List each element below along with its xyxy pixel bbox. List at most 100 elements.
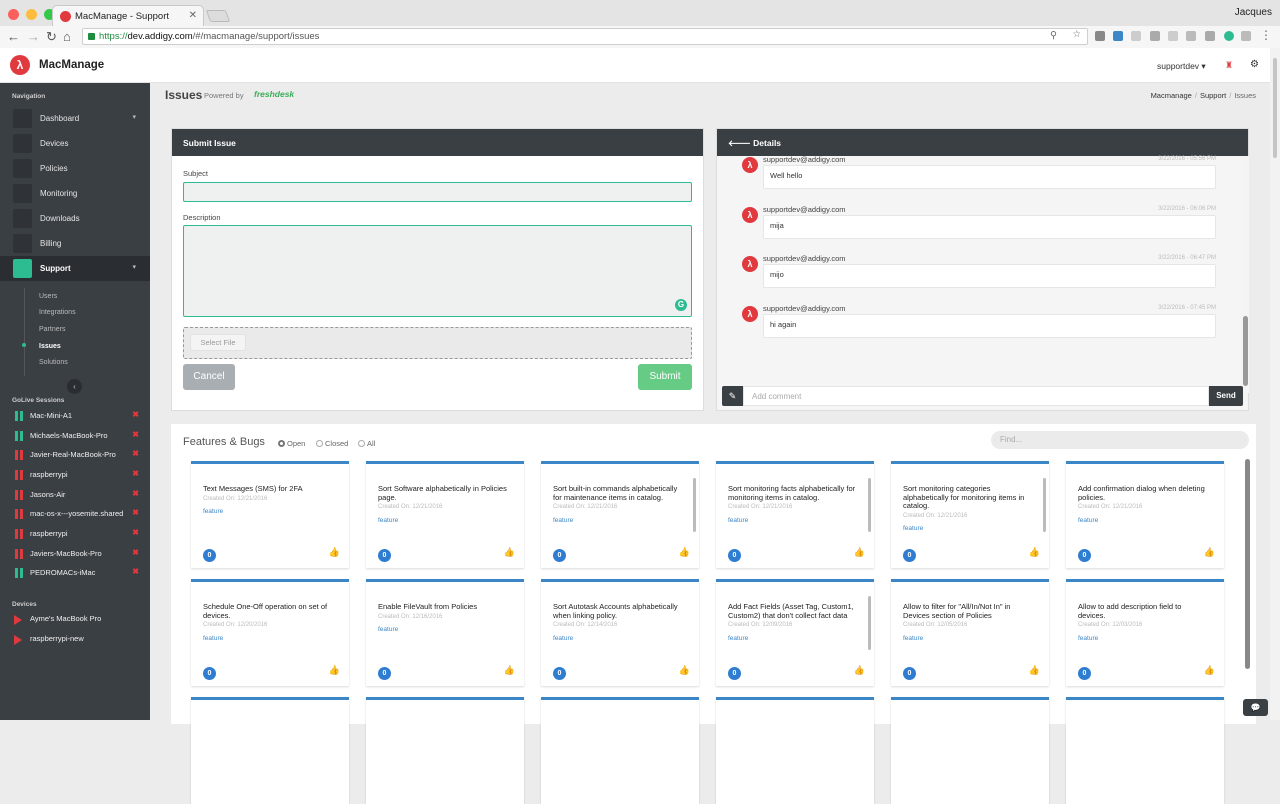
file-drop-zone[interactable]: Select File [183,327,692,359]
card-tag[interactable]: feature [378,517,508,526]
sidebar-item-downloads[interactable]: Downloads [0,206,150,231]
close-icon[interactable]: ✖ [132,528,139,537]
download-extension-icon[interactable] [1113,31,1123,41]
home-icon[interactable]: ⌂ [63,30,71,43]
collapse-sidebar-button[interactable]: ‹ [67,379,82,394]
card-scrollbar[interactable] [693,478,696,532]
select-file-button[interactable]: Select File [190,334,246,351]
sidebar-subitem-issues[interactable]: Issues [39,343,61,350]
thumbs-up-icon[interactable]: 👍 [1029,547,1040,558]
chat-icon[interactable]: 💬 [1243,699,1268,716]
golive-session[interactable]: Javier-Real-MacBook-Pro ✖ [0,447,150,465]
brand-name[interactable]: MacManage [39,59,104,71]
sidebar-item-dashboard[interactable]: Dashboard ▾ [0,106,150,131]
sidebar-subitem-solutions[interactable]: Solutions [39,359,68,366]
feature-card[interactable]: Add confirmation dialog when deleting po… [1066,461,1224,568]
grammarly-icon[interactable] [1224,31,1234,41]
card-tag[interactable]: feature [903,635,1033,644]
feature-card[interactable]: Schedule One-Off operation on set of dev… [191,579,349,686]
extension-icon[interactable] [1131,31,1141,41]
filter-all[interactable]: All [358,439,375,448]
close-icon[interactable]: ✖ [132,410,139,419]
forward-icon[interactable]: → [27,30,40,43]
card-scrollbar[interactable] [868,478,871,532]
extension-icon[interactable] [1205,31,1215,41]
thumbs-up-icon[interactable]: 👍 [679,547,690,558]
extension-icon[interactable] [1150,31,1160,41]
key-icon[interactable]: ⚲ [1050,30,1057,41]
subject-input[interactable] [183,182,692,202]
extension-icon[interactable] [1168,31,1178,41]
device-item[interactable]: raspberrypi-new [0,631,150,649]
card-tag[interactable]: feature [728,635,858,644]
menu-icon[interactable]: ⋮ [1260,28,1272,42]
close-icon[interactable]: ✖ [132,548,139,557]
feature-card[interactable] [891,697,1049,804]
feature-card[interactable]: Add Fact Fields (Asset Tag, Custom1, Cus… [716,579,874,686]
card-tag[interactable]: feature [378,626,508,635]
scrollbar-thumb[interactable] [1273,58,1277,158]
extension-icon[interactable] [1241,31,1251,41]
feature-card[interactable]: Allow to filter for "All/In/Not In" in D… [891,579,1049,686]
close-window-icon[interactable] [8,9,19,20]
extension-icon[interactable] [1095,31,1105,41]
find-input[interactable]: Find... [991,431,1249,449]
feature-card[interactable]: Sort built-in commands alphabetically fo… [541,461,699,568]
thumbs-up-icon[interactable]: 👍 [1204,547,1215,558]
feature-card[interactable]: Sort monitoring categories alphabeticall… [891,461,1049,568]
feature-card[interactable]: Sort monitoring facts alphabetically for… [716,461,874,568]
filter-closed[interactable]: Closed [316,439,348,448]
sidebar-subitem-users[interactable]: Users [39,293,57,300]
golive-session[interactable]: Mac-Mini-A1 ✖ [0,408,150,426]
sidebar-subitem-integrations[interactable]: Integrations [39,309,76,316]
thumbs-up-icon[interactable]: 👍 [1029,665,1040,676]
card-tag[interactable]: feature [553,517,683,526]
back-icon[interactable]: ← [7,30,20,43]
card-tag[interactable]: feature [553,635,683,644]
feature-card[interactable] [191,697,349,804]
close-icon[interactable]: ✖ [132,508,139,517]
card-scrollbar[interactable] [868,596,871,650]
reload-icon[interactable]: ↻ [46,30,57,43]
thumbs-up-icon[interactable]: 👍 [504,547,515,558]
feature-card[interactable] [541,697,699,804]
breadcrumb-macmanage[interactable]: Macmanage [1151,91,1192,100]
browser-tab[interactable]: MacManage - Support ✕ [52,5,204,26]
feature-card[interactable]: Sort Autotask Accounts alphabetically wh… [541,579,699,686]
card-tag[interactable]: feature [728,517,858,526]
close-icon[interactable]: ✖ [132,567,139,576]
golive-session[interactable]: PEDROMACs-iMac ✖ [0,565,150,583]
card-tag[interactable]: feature [203,635,333,644]
breadcrumb-support[interactable]: Support [1200,91,1226,100]
sidebar-item-support[interactable]: Support ▾ [0,256,150,281]
comment-input[interactable]: Add comment [743,386,1209,406]
filter-open[interactable]: Open [278,439,305,448]
golive-session[interactable]: Jasons-Air ✖ [0,487,150,505]
browser-user[interactable]: Jacques [1235,7,1272,18]
feature-card[interactable]: Sort Software alphabetically in Policies… [366,461,524,568]
scrollbar-thumb[interactable] [1243,316,1248,386]
messages-scrollbar[interactable] [1242,156,1249,393]
sidebar-item-devices[interactable]: Devices [0,131,150,156]
extension-icon[interactable] [1186,31,1196,41]
close-icon[interactable]: ✖ [132,489,139,498]
feature-card[interactable]: Allow to add description field to device… [1066,579,1224,686]
thumbs-up-icon[interactable]: 👍 [679,665,690,676]
description-textarea[interactable]: G [183,225,692,317]
device-item[interactable]: Ayme's MacBook Pro [0,611,150,629]
close-icon[interactable]: ✖ [132,469,139,478]
close-icon[interactable]: ✖ [132,430,139,439]
feature-card[interactable]: Enable FileVault from Policies Created On… [366,579,524,686]
golive-session[interactable]: raspberrypi ✖ [0,467,150,485]
page-scrollbar[interactable] [1270,48,1280,720]
url-bar[interactable]: https://dev.addigy.com/#/macmanage/suppo… [82,28,1088,45]
new-tab-button[interactable] [205,10,231,22]
card-tag[interactable]: feature [903,525,1033,534]
sidebar-item-monitoring[interactable]: Monitoring [0,181,150,206]
bookmark-star-icon[interactable]: ☆ [1072,29,1081,40]
card-tag[interactable]: feature [1078,517,1208,526]
cards-scrollbar[interactable] [1245,459,1250,669]
thumbs-up-icon[interactable]: 👍 [504,665,515,676]
feature-card[interactable] [716,697,874,804]
sidebar-subitem-partners[interactable]: Partners [39,326,65,333]
